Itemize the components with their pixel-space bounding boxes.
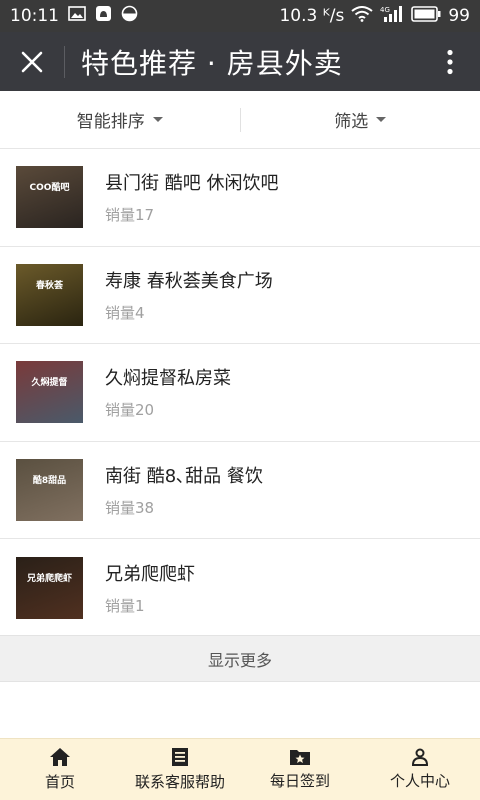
filter-label: 筛选 xyxy=(334,112,369,132)
tab-home[interactable]: 首页 xyxy=(0,739,120,800)
document-icon xyxy=(172,748,188,766)
filter-bar: 智能排序 筛选 xyxy=(0,91,480,149)
data-saver-icon xyxy=(121,5,138,27)
more-vertical-icon xyxy=(447,49,453,74)
person-icon xyxy=(411,748,429,766)
shop-sign: 兄弟爬爬虾 xyxy=(26,573,72,584)
home-icon xyxy=(50,748,70,766)
load-more-label: 显示更多 xyxy=(207,650,272,670)
tab-personal-center[interactable]: 个人中心 xyxy=(360,739,480,800)
restaurant-name: 南街 酷8､甜品 餐饮 xyxy=(105,465,263,487)
restaurant-thumbnail: 久焖提督 xyxy=(16,361,83,424)
page-title: 特色推荐 · 房县外卖 xyxy=(81,46,343,80)
battery-level: 99 xyxy=(448,6,470,26)
list-item[interactable]: 兄弟爬爬虾 兄弟爬爬虾 销量1 xyxy=(0,539,480,637)
list-item[interactable]: 酷8甜品 南街 酷8､甜品 餐饮 销量38 xyxy=(0,442,480,539)
sales-count: 销量38 xyxy=(105,498,155,517)
status-bar: 10:11 10.3 ᴷ/s 4G 99 xyxy=(0,0,480,32)
star-folder-icon xyxy=(290,750,310,765)
sales-count: 销量20 xyxy=(105,401,155,420)
restaurant-name: 寿康 春秋荟美食广场 xyxy=(105,270,273,292)
close-icon xyxy=(21,51,43,72)
more-options-button[interactable] xyxy=(420,32,480,91)
restaurant-thumbnail: 春秋荟 xyxy=(16,263,83,326)
restaurant-thumbnail: 兄弟爬爬虾 xyxy=(16,556,83,619)
restaurant-name: 兄弟爬爬虾 xyxy=(105,563,195,585)
bottom-tab-bar: 首页 联系客服帮助 每日签到 个人中心 xyxy=(0,738,480,800)
list-item[interactable]: 春秋荟 寿康 春秋荟美食广场 销量4 xyxy=(0,247,480,344)
restaurant-thumbnail: 酷8甜品 xyxy=(16,458,83,521)
chevron-down-icon xyxy=(152,117,163,122)
restaurant-list: COO酷吧 县门街 酷吧 休闲饮吧 销量17 春秋荟 寿康 春秋荟美食广场 销量… xyxy=(0,149,480,637)
shop-sign: COO酷吧 xyxy=(29,183,70,194)
close-button[interactable] xyxy=(0,32,64,91)
list-item[interactable]: COO酷吧 县门街 酷吧 休闲饮吧 销量17 xyxy=(0,149,480,247)
image-icon xyxy=(68,6,86,26)
load-more-button[interactable]: 显示更多 xyxy=(0,635,480,682)
signal-icon: 4G xyxy=(380,5,404,28)
tab-label: 联系客服帮助 xyxy=(134,773,225,791)
restaurant-thumbnail: COO酷吧 xyxy=(16,166,83,229)
sales-count: 销量4 xyxy=(105,303,145,322)
network-type: 4G xyxy=(380,6,390,14)
title-bar: 特色推荐 · 房县外卖 xyxy=(0,32,480,91)
list-item[interactable]: 久焖提督 久焖提督私房菜 销量20 xyxy=(0,344,480,442)
tab-label: 个人中心 xyxy=(389,772,450,790)
network-speed: 10.3 ᴷ/s xyxy=(279,6,345,26)
restaurant-name: 久焖提督私房菜 xyxy=(105,368,231,390)
sales-count: 销量17 xyxy=(105,206,155,225)
shop-sign: 酷8甜品 xyxy=(32,475,67,486)
tab-daily-checkin[interactable]: 每日签到 xyxy=(240,739,360,800)
sort-label: 智能排序 xyxy=(76,112,145,132)
status-time: 10:11 xyxy=(10,6,59,26)
sales-count: 销量1 xyxy=(105,596,145,615)
filter-dropdown[interactable]: 筛选 xyxy=(241,107,480,132)
restaurant-name: 县门街 酷吧 休闲饮吧 xyxy=(105,173,279,195)
shop-sign: 春秋荟 xyxy=(35,280,63,291)
shop-sign: 久焖提督 xyxy=(31,378,68,389)
tab-label: 每日签到 xyxy=(269,772,330,790)
battery-icon xyxy=(411,5,441,27)
chevron-down-icon xyxy=(376,117,387,122)
sort-dropdown[interactable]: 智能排序 xyxy=(0,107,240,132)
tab-customer-service[interactable]: 联系客服帮助 xyxy=(120,739,240,800)
wifi-icon xyxy=(351,5,373,27)
tab-label: 首页 xyxy=(44,773,75,791)
notification-icon xyxy=(95,5,112,27)
